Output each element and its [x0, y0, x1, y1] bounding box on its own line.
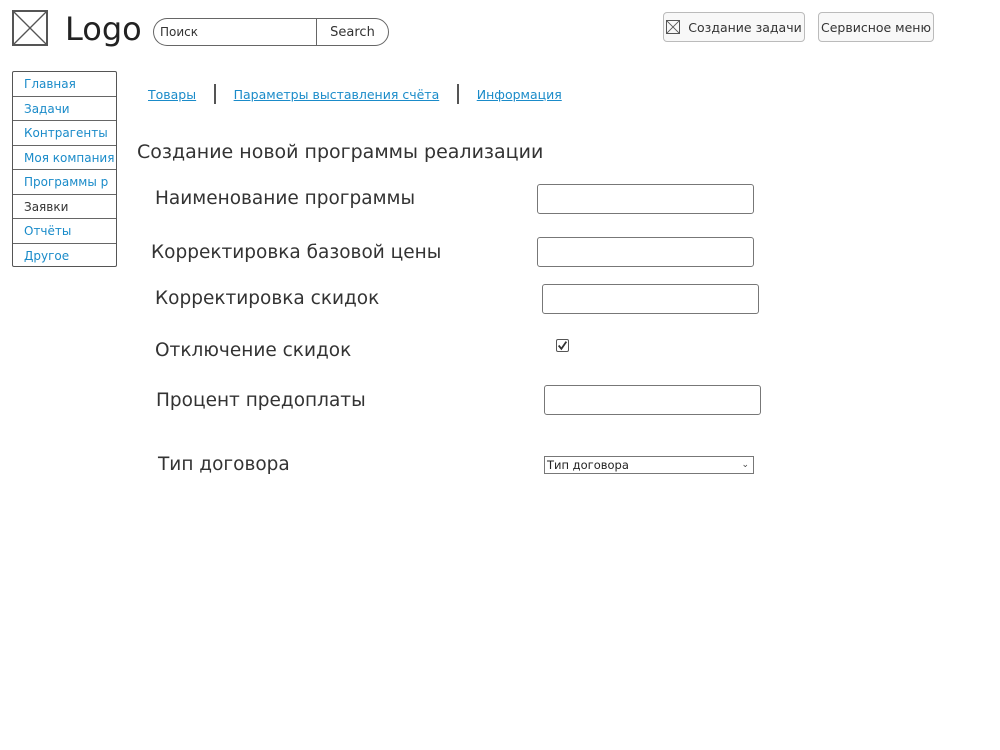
service-menu-button[interactable]: Сервисное меню [818, 12, 934, 42]
tab-divider [457, 84, 459, 104]
contract-type-label: Тип договора [158, 454, 290, 475]
checkmark-icon [557, 341, 568, 351]
chevron-down-icon: ⌄ [741, 460, 749, 470]
base-price-input[interactable] [537, 237, 754, 267]
sidebar-item-requests[interactable]: Заявки [13, 195, 116, 219]
tab-divider [214, 84, 216, 104]
tab-invoice-params[interactable]: Параметры выставления счёта [234, 87, 440, 102]
sidebar-item-home[interactable]: Главная [13, 72, 116, 97]
program-name-input[interactable] [537, 184, 754, 214]
sidebar-item-my-company[interactable]: Моя компания [13, 146, 116, 170]
sidebar-item-counterparties[interactable]: Контрагенты [13, 121, 116, 146]
program-name-label: Наименование программы [155, 188, 416, 209]
create-task-button[interactable]: Создание задачи [663, 12, 805, 42]
tab-goods[interactable]: Товары [148, 87, 196, 102]
tab-bar: Товары Параметры выставления счёта Инфор… [148, 82, 562, 106]
sidebar-nav: Главная Задачи Контрагенты Моя компания … [12, 71, 117, 267]
contract-type-select[interactable]: Тип договора ⌄ [544, 456, 754, 474]
logo-placeholder-icon [12, 10, 48, 46]
contract-type-selected-value: Тип договора [547, 458, 629, 472]
prepayment-label: Процент предоплаты [156, 390, 366, 411]
sidebar-item-reports[interactable]: Отчёты [13, 219, 116, 244]
sidebar-item-tasks[interactable]: Задачи [13, 97, 116, 121]
create-task-label: Создание задачи [688, 19, 802, 35]
image-placeholder-icon [666, 20, 681, 34]
disable-discounts-checkbox[interactable] [556, 339, 569, 352]
sidebar-item-other[interactable]: Другое [13, 244, 116, 269]
search-button[interactable]: Search [316, 18, 389, 46]
tab-information[interactable]: Информация [477, 87, 562, 102]
form-title: Создание новой программы реализации [137, 141, 544, 163]
logo-text: Logo [65, 10, 142, 48]
base-price-label: Корректировка базовой цены [151, 242, 442, 263]
sidebar-item-programs[interactable]: Программы р [13, 170, 116, 195]
search-input[interactable] [153, 18, 317, 46]
discount-label: Корректировка скидок [155, 288, 380, 309]
prepayment-input[interactable] [544, 385, 761, 415]
disable-discounts-label: Отключение скидок [155, 340, 352, 361]
discount-input[interactable] [542, 284, 759, 314]
